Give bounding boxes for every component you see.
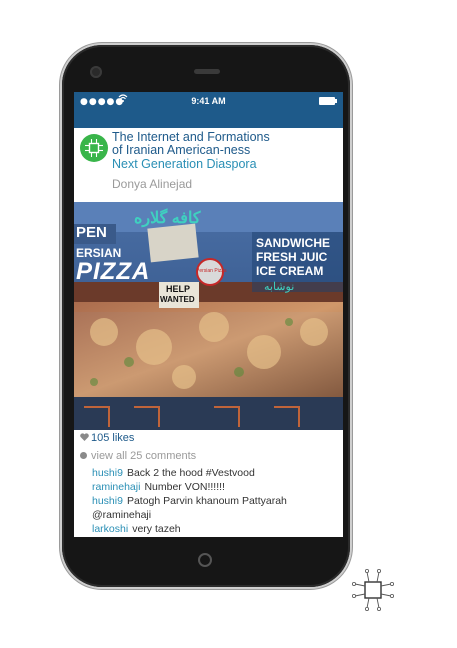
- comment-bubble-icon: [80, 452, 87, 459]
- view-all-comments-link[interactable]: view all 25 comments: [80, 450, 196, 462]
- post-title-line2: of Iranian American-ness: [112, 143, 251, 157]
- sign-help: HELP: [166, 284, 191, 294]
- likes-label: 105 likes: [91, 432, 135, 444]
- status-bar: ●●●●● 9:41 AM: [74, 92, 343, 128]
- comment-username[interactable]: hushi9: [92, 467, 123, 479]
- sign-right2: FRESH JUIC: [256, 250, 328, 264]
- comment-text: Back 2 the hood #Vestvood: [126, 467, 255, 479]
- comment-item: hushi9 Back 2 the hood #Vestvood: [92, 467, 255, 479]
- comment-text: Patogh Parvin khanoum Pattyarah: [126, 495, 287, 507]
- sign-arabic2: نوشابه: [264, 281, 295, 293]
- sign-arabic: کافه گلاره: [134, 210, 201, 227]
- comment-item: hushi9 Patogh Parvin khanoum Pattyarah: [92, 495, 287, 507]
- comment-username[interactable]: larkoshi: [92, 523, 128, 535]
- sign-open: PEN: [76, 224, 107, 241]
- status-time: 9:41 AM: [191, 96, 226, 106]
- comment-text: very tazeh: [132, 523, 181, 535]
- post-author[interactable]: Donya Alinejad: [112, 177, 192, 191]
- home-button[interactable]: [198, 553, 212, 567]
- view-all-comments-label: view all 25 comments: [91, 450, 197, 462]
- battery-icon: [319, 97, 337, 105]
- likes-count[interactable]: 105 likes: [80, 432, 134, 444]
- comment-username[interactable]: raminehaji: [92, 481, 140, 493]
- comment-username[interactable]: hushi9: [92, 495, 123, 507]
- post-header: The Internet and Formations of Iranian A…: [74, 128, 343, 200]
- heart-icon[interactable]: [80, 433, 89, 441]
- comment-text: Number VON!!!!!!: [144, 481, 225, 493]
- sign-right1: SANDWICHE: [256, 236, 330, 250]
- profile-logo-icon[interactable]: [80, 134, 108, 162]
- sign-right3: ICE CREAM: [256, 264, 324, 278]
- phone-frame: ●●●●● 9:41 AM The Internet and Formation…: [62, 45, 350, 587]
- comment-item: larkoshi very tazeh: [92, 523, 181, 535]
- post-subtitle: Next Generation Diaspora: [112, 157, 257, 171]
- circuit-chip-icon: [350, 567, 396, 613]
- sign-logo: Persian Pizza: [196, 268, 227, 274]
- sign-pizza: PIZZA: [76, 258, 151, 285]
- phone-screen: ●●●●● 9:41 AM The Internet and Formation…: [74, 92, 343, 537]
- comment-item: raminehaji Number VON!!!!!!: [92, 481, 225, 493]
- sign-wanted: WANTED: [160, 295, 195, 304]
- earpiece-speaker: [194, 69, 220, 74]
- post-photo[interactable]: PEN ERSIAN PIZZA کافه گلاره Persian Pizz…: [74, 202, 343, 430]
- post-title-line1: The Internet and Formations: [112, 130, 270, 144]
- front-camera: [90, 66, 102, 78]
- comment-text: @raminehaji: [92, 509, 152, 521]
- comment-item-continuation: @raminehaji: [92, 509, 151, 521]
